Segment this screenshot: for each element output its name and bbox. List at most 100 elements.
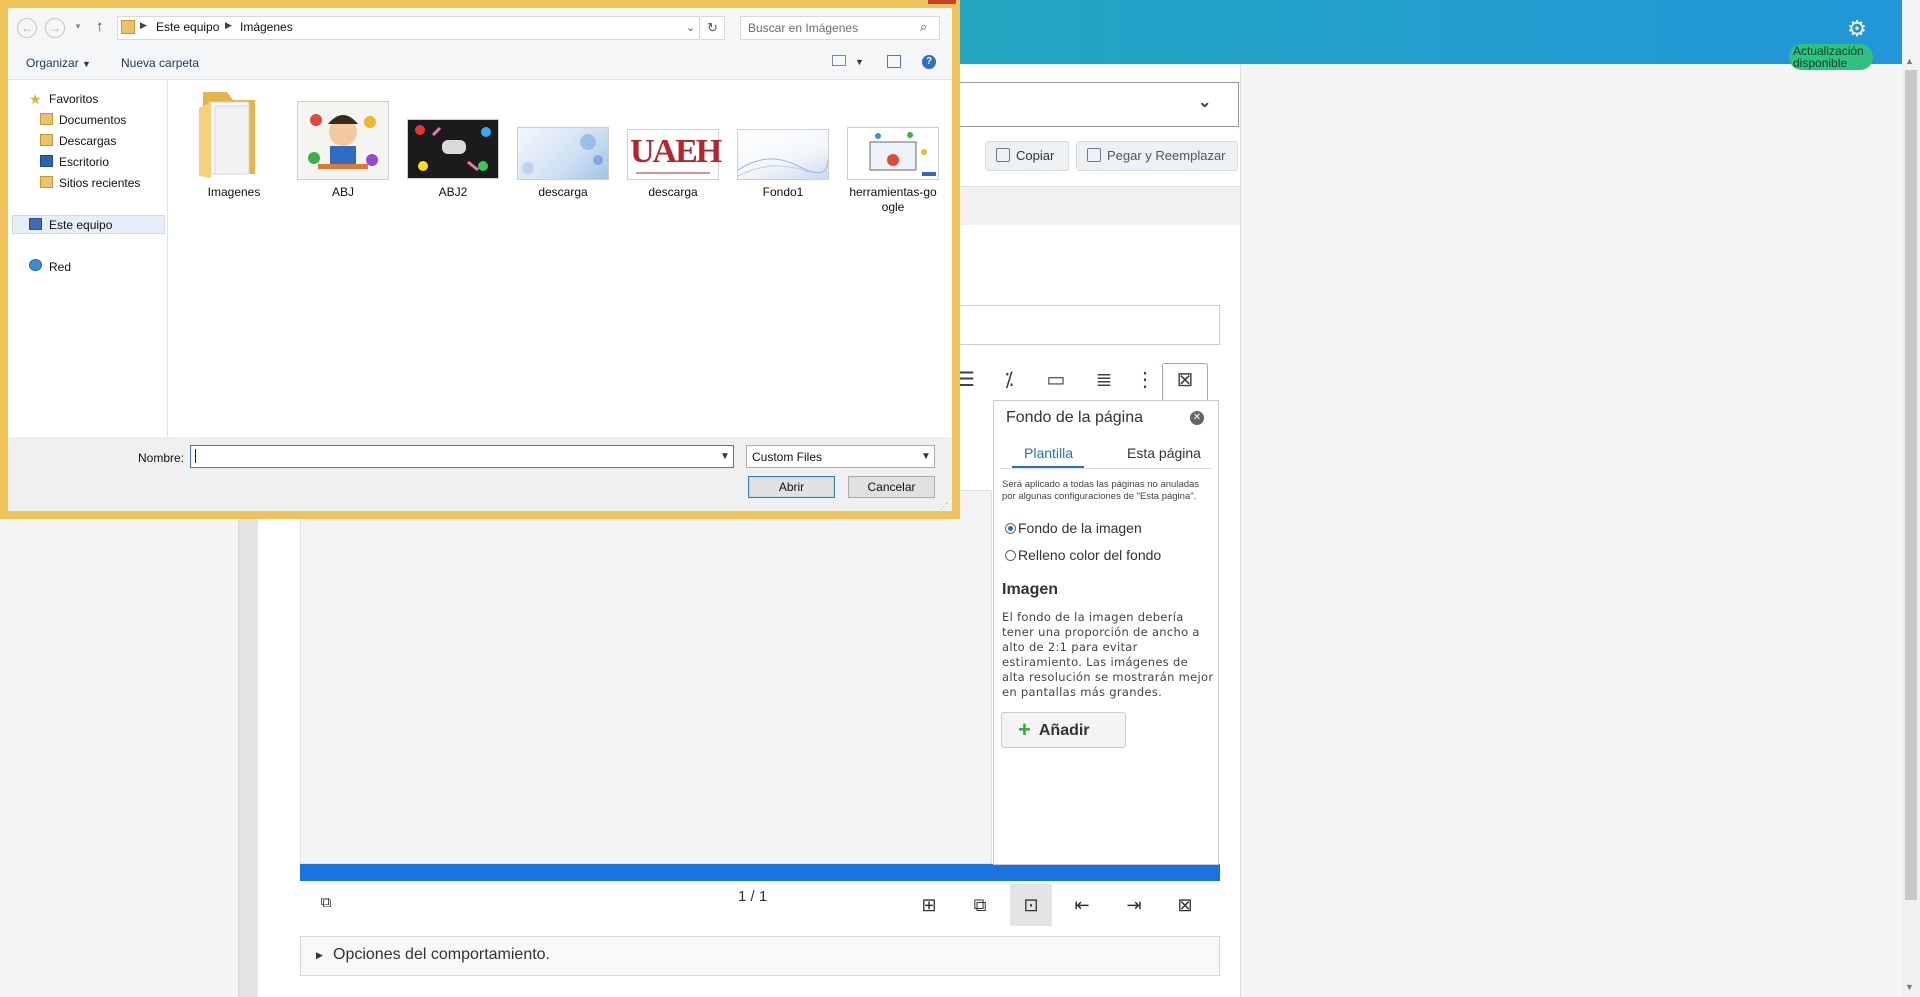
new-folder-button[interactable]: Nueva carpeta	[121, 56, 199, 70]
panel-note: Será aplicado a todas las páginas no anu…	[1002, 479, 1200, 502]
organize-menu[interactable]: Organizar ▼	[26, 56, 91, 70]
page-background-icon[interactable]: ⊠	[1173, 368, 1197, 392]
search-placeholder: Buscar en Imágenes	[748, 21, 859, 35]
close-icon[interactable]: ✕	[1190, 411, 1204, 425]
image-thumbnail-abj2[interactable]	[407, 119, 499, 179]
up-arrow-icon[interactable]: ↑	[96, 18, 104, 35]
tools-image-icon	[869, 132, 936, 176]
tab-plantilla[interactable]: Plantilla	[1024, 445, 1073, 461]
tree-item-descargas[interactable]: Descargas	[59, 134, 116, 148]
folder-icon	[199, 92, 255, 178]
tree-item-favoritos[interactable]: Favoritos	[49, 92, 98, 106]
list-icon[interactable]: ≣	[1092, 368, 1116, 392]
duplicate-page-icon[interactable]: ⧉	[967, 894, 993, 916]
add-button-label: Añadir	[1038, 722, 1090, 739]
abstract-image-icon	[522, 134, 603, 174]
radio-color-fill[interactable]: Relleno color del fondo	[1005, 547, 1161, 563]
radio-button[interactable]	[1005, 550, 1016, 561]
view-options-dropdown-icon[interactable]: ▼	[855, 57, 864, 67]
file-label: ABJ2	[438, 185, 468, 199]
chevron-down-icon[interactable]: ▼	[720, 451, 730, 462]
tree-item-red[interactable]: Red	[49, 260, 71, 274]
file-label-line-2: ogle	[881, 200, 905, 214]
plus-icon: +	[1018, 717, 1031, 742]
expand-caret-icon[interactable]: ▶	[316, 950, 323, 961]
image-thumbnail-descarga-uaeh[interactable]: UAEH	[627, 129, 722, 180]
tab-esta-pagina[interactable]: Esta página	[1127, 445, 1201, 461]
clear-format-icon[interactable]: ⁒	[997, 368, 1021, 392]
scroll-down-arrow-icon[interactable]: ▼	[1905, 982, 1914, 992]
back-arrow-icon[interactable]: ←	[17, 18, 37, 38]
copy-button-label: Copiar	[1016, 148, 1055, 163]
behavior-options-label: Opciones del comportamiento.	[333, 946, 550, 963]
paste-replace-button[interactable]: Pegar y Reemplazar	[1076, 141, 1238, 171]
radio-button[interactable]	[1005, 523, 1016, 534]
delete-page-icon[interactable]: ⊠	[1172, 894, 1198, 916]
image-thumbnail-descarga[interactable]	[517, 127, 609, 180]
cartoon-image-icon	[308, 114, 378, 169]
page-indicator: 1 / 1	[738, 888, 768, 905]
radio-label: Fondo de la imagen	[1018, 520, 1142, 536]
page-canvas[interactable]	[300, 490, 992, 864]
section-heading: Imagen	[1002, 581, 1059, 598]
recent-places-icon	[40, 176, 53, 188]
settings-dropdown[interactable]	[950, 82, 1239, 127]
breadcrumb-separator-icon[interactable]: ▶	[140, 20, 147, 31]
scrollbar-thumb[interactable]	[1905, 70, 1917, 900]
gear-icon[interactable]: ⚙	[1846, 18, 1868, 40]
file-label-herramientas: herramientas-go ogle	[838, 185, 948, 215]
progress-bar	[300, 864, 1220, 881]
slides-icon[interactable]: ▭	[1044, 368, 1068, 392]
file-label: descarga	[648, 185, 698, 199]
chevron-down-icon[interactable]: ⌄	[1198, 92, 1211, 112]
tree-item-este-equipo[interactable]: Este equipo	[49, 218, 112, 232]
dialog-close-button[interactable]	[928, 0, 956, 4]
add-page-icon[interactable]: ⊞	[916, 894, 942, 916]
forward-arrow-icon[interactable]: →	[45, 18, 65, 38]
resize-grip-icon[interactable]: ⋰	[940, 502, 948, 511]
image-thumbnail-herramientas-google[interactable]	[847, 127, 939, 180]
search-icon[interactable]: ⌕	[920, 19, 927, 35]
gaming-image-icon	[415, 125, 491, 172]
image-thumbnail-abj[interactable]	[297, 101, 389, 180]
pages-menu-icon[interactable]: ⧉	[313, 892, 339, 914]
breadcrumb-separator-icon[interactable]: ▶	[225, 20, 232, 31]
page-background-action-icon[interactable]: ⊡	[1018, 894, 1044, 916]
text-caret	[195, 449, 196, 463]
more-options-icon[interactable]: ⋮	[1133, 368, 1157, 392]
breadcrumb-imagenes[interactable]: Imágenes	[240, 20, 293, 34]
file-label-line-1: herramientas-go	[849, 185, 937, 199]
chevron-down-icon[interactable]: ⌄	[686, 21, 695, 34]
help-icon[interactable]: ?	[922, 55, 936, 69]
section-description: El fondo de la imagen debería tener una …	[1002, 610, 1214, 699]
open-button[interactable]: Abrir	[748, 476, 835, 498]
cancel-button[interactable]: Cancelar	[848, 476, 935, 498]
radio-image-background[interactable]: Fondo de la imagen	[1005, 520, 1142, 536]
refresh-icon[interactable]: ↻	[701, 16, 725, 40]
change-view-icon[interactable]	[832, 55, 846, 66]
network-icon	[29, 259, 42, 271]
copy-icon	[996, 148, 1010, 162]
tree-item-sitios-recientes[interactable]: Sitios recientes	[59, 176, 140, 190]
image-thumbnail-fondo1[interactable]	[737, 129, 829, 180]
folder-imagenes[interactable]	[193, 88, 265, 180]
update-badge[interactable]: Actualización disponible	[1789, 44, 1873, 70]
logo-caption-line	[636, 172, 710, 174]
computer-icon	[29, 218, 42, 230]
file-name-input[interactable]	[190, 445, 734, 468]
text-field[interactable]	[950, 305, 1220, 345]
chevron-down-icon[interactable]: ▼	[921, 451, 931, 462]
file-label: Imagenes	[207, 185, 261, 199]
preview-pane-icon[interactable]	[887, 55, 901, 68]
desktop-icon	[40, 155, 53, 167]
copy-button[interactable]: Copiar	[985, 141, 1069, 171]
tree-item-escritorio[interactable]: Escritorio	[59, 155, 109, 169]
move-page-left-icon[interactable]: ⇤	[1069, 894, 1095, 916]
tree-item-documentos[interactable]: Documentos	[59, 113, 126, 127]
recent-locations-icon[interactable]: ▼	[74, 22, 82, 31]
breadcrumb-este-equipo[interactable]: Este equipo	[156, 20, 219, 34]
panel-title: Fondo de la página	[1006, 409, 1143, 426]
move-page-right-icon[interactable]: ⇥	[1121, 894, 1147, 916]
scroll-up-arrow-icon[interactable]: ▲	[1905, 56, 1914, 66]
add-image-button[interactable]: + Añadir	[1001, 712, 1126, 748]
